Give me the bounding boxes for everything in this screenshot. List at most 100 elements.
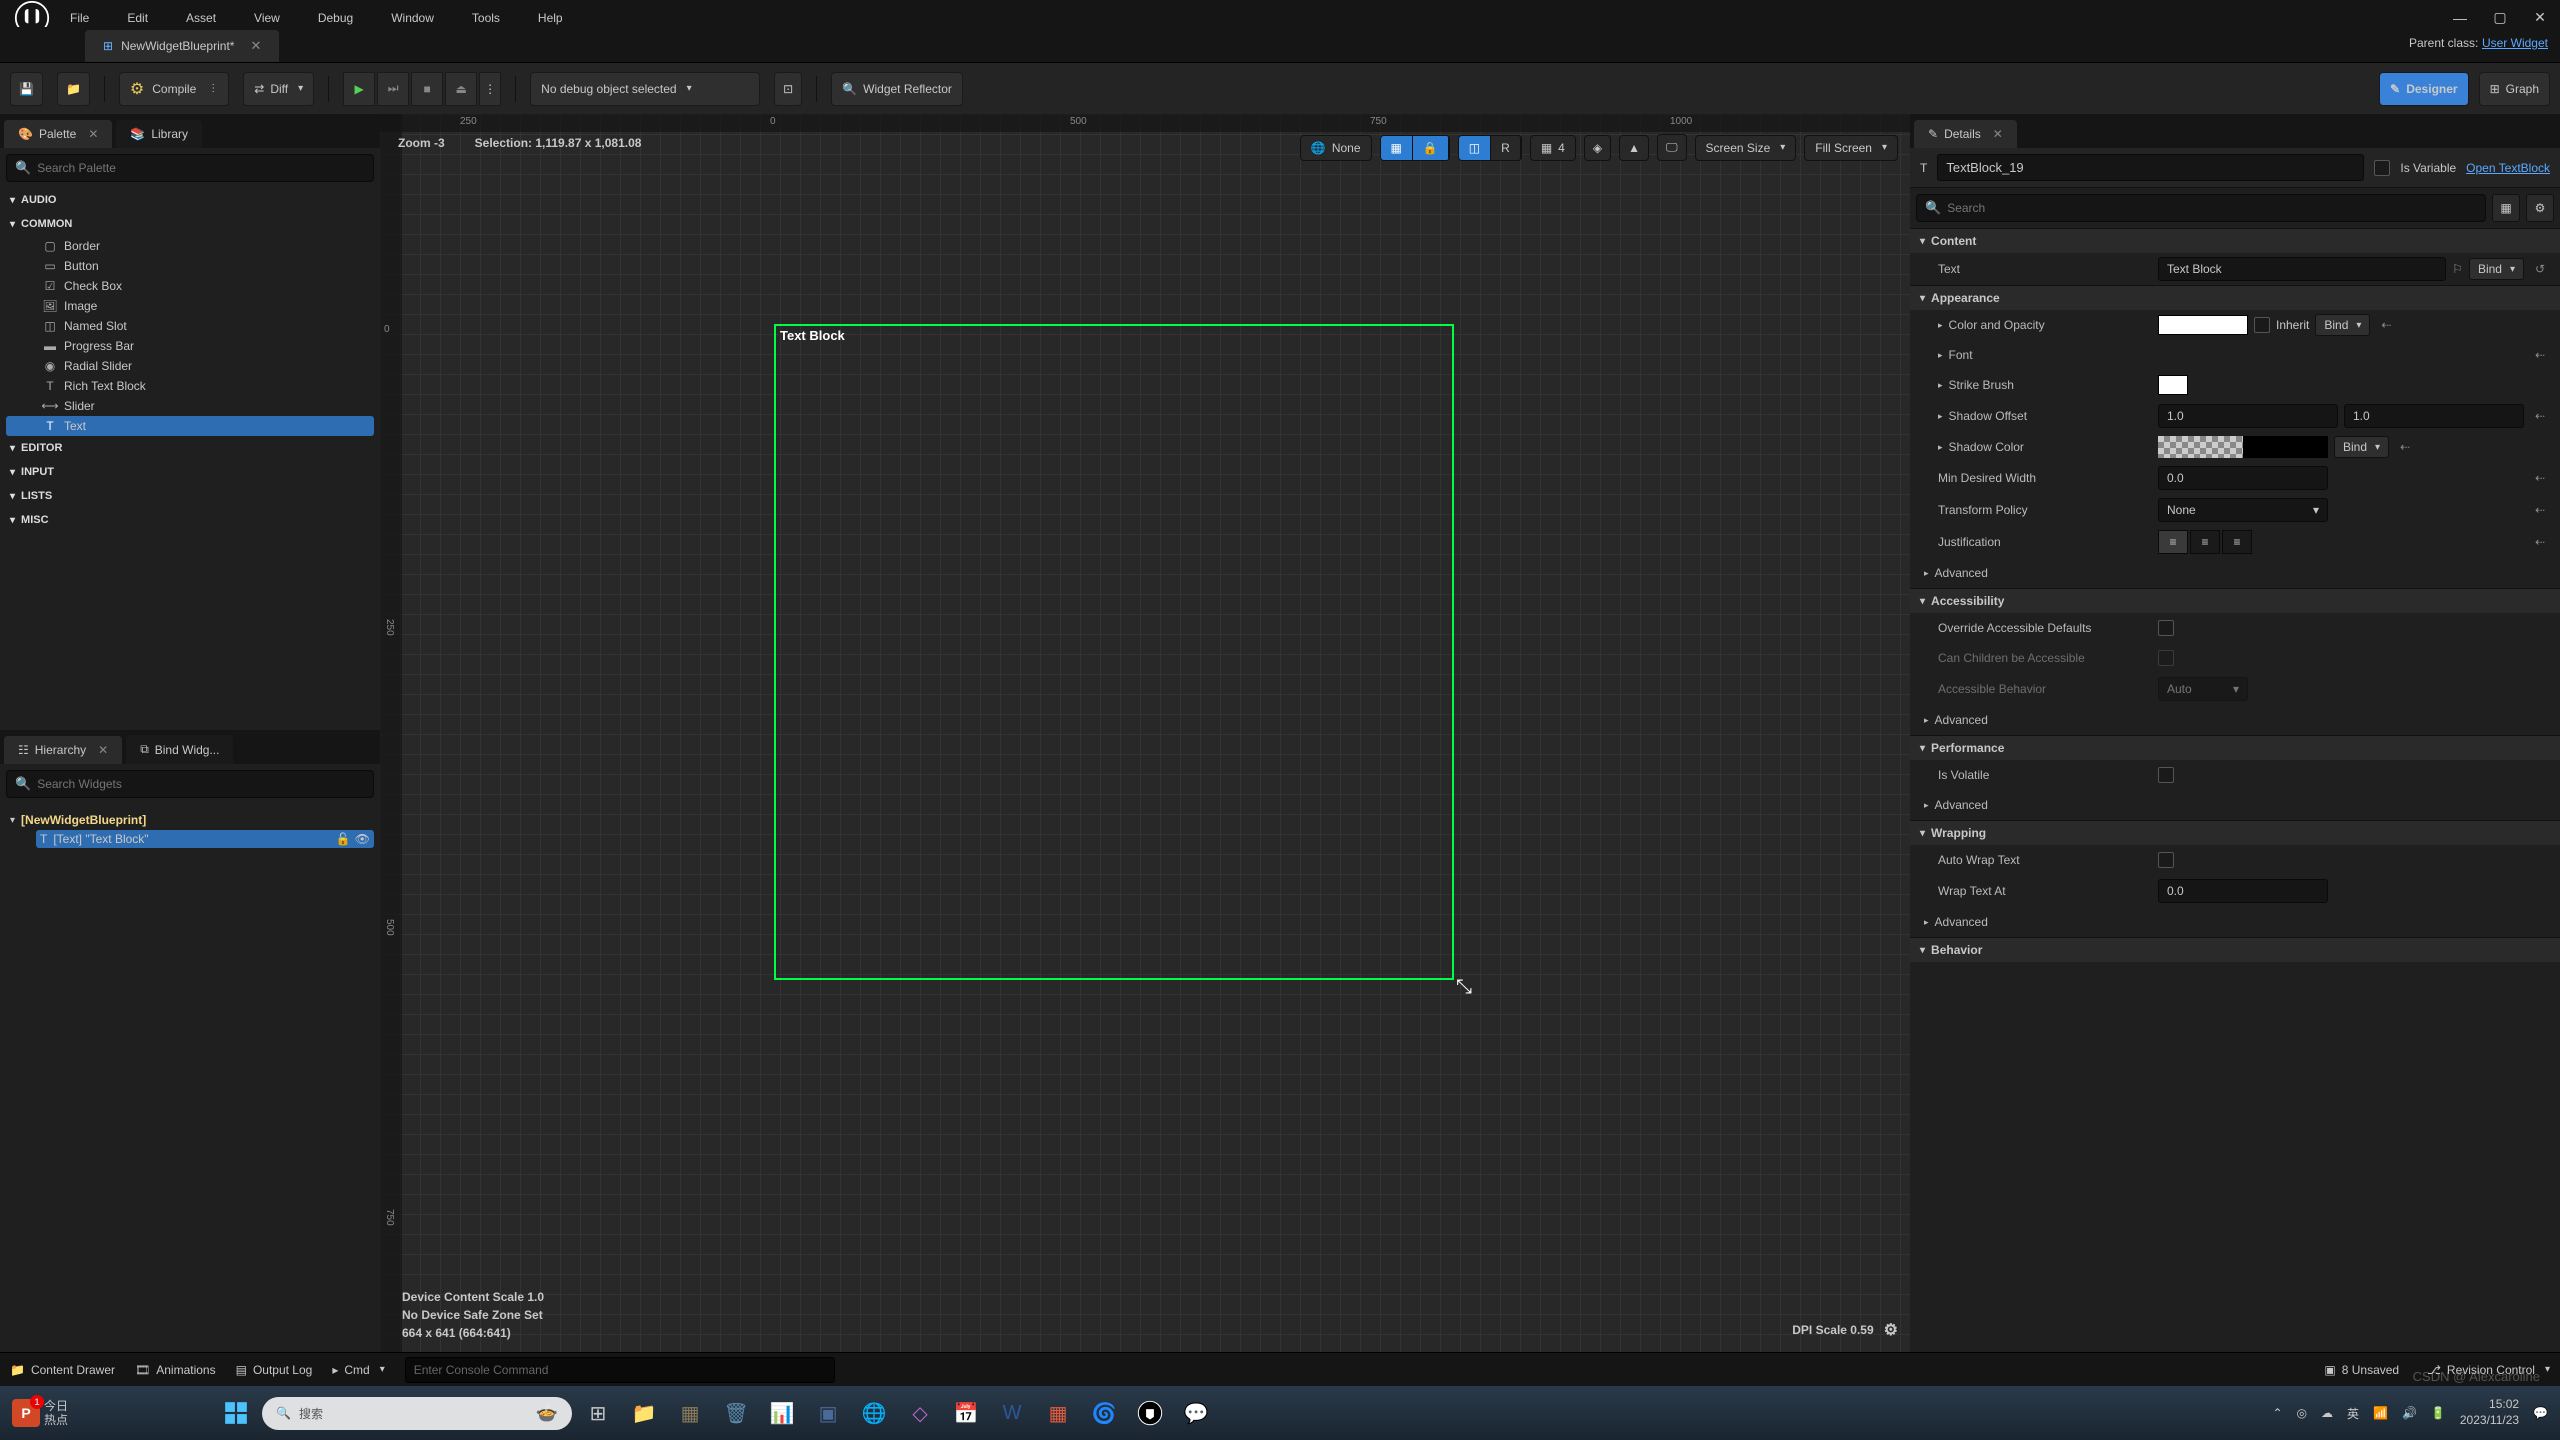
reset-icon[interactable]: ⇠ [2530, 503, 2550, 517]
expand-icon[interactable]: ▾ [10, 815, 15, 826]
palette-search-input[interactable] [37, 161, 365, 175]
palette-item-radialslider[interactable]: ◉Radial Slider [6, 356, 374, 376]
justify-right[interactable]: ≡ [2222, 530, 2252, 554]
prop-advanced-perf[interactable]: Advanced [1910, 790, 2560, 820]
weather-widget[interactable]: 今日 热点 [44, 1399, 68, 1428]
battery-icon[interactable]: 🔋 [2431, 1406, 2446, 1420]
app-icon-3[interactable]: ▣ [808, 1393, 848, 1433]
close-icon[interactable]: ✕ [1993, 127, 2003, 141]
library-tab[interactable]: 📚 Library [116, 120, 202, 148]
animations-button[interactable]: 🎞Animations [135, 1363, 216, 1377]
category-performance[interactable]: Performance [1910, 735, 2560, 760]
menu-file[interactable]: File [64, 7, 95, 29]
layout-resolution-button[interactable]: R [1491, 136, 1521, 160]
color-swatch[interactable] [2158, 375, 2188, 395]
browse-button[interactable]: 📁 [57, 72, 90, 106]
menu-debug[interactable]: Debug [312, 7, 359, 29]
powerpoint-icon[interactable]: P1 [12, 1399, 40, 1427]
details-settings[interactable]: ⚙ [2526, 194, 2554, 222]
details-view-options[interactable]: ▦ [2492, 194, 2520, 222]
bind-button[interactable]: Bind▾ [2315, 314, 2370, 336]
designer-mode-button[interactable]: ✎ Designer [2379, 72, 2468, 106]
inherit-checkbox[interactable] [2254, 317, 2270, 333]
layout-flow-button[interactable]: ◫ [1459, 136, 1491, 160]
explorer-icon[interactable]: 📁 [624, 1393, 664, 1433]
cmd-selector[interactable]: ▸Cmd▾ [332, 1363, 384, 1377]
flag-icon[interactable]: ⚐ [2452, 262, 2463, 276]
language-indicator[interactable]: 英 [2347, 1405, 2359, 1422]
bind-button[interactable]: Bind▾ [2334, 436, 2389, 458]
canvas[interactable]: 250 0 500 750 1000 0 250 500 750 Zoom -3… [380, 114, 1910, 1352]
menu-help[interactable]: Help [532, 7, 569, 29]
eject-button[interactable]: ⏏ [445, 72, 477, 106]
justify-center[interactable]: ≡ [2190, 530, 2220, 554]
taskbar-clock[interactable]: 15:02 2023/11/23 [2460, 1397, 2519, 1428]
prop-label[interactable]: Strike Brush [1920, 378, 2150, 392]
reset-icon[interactable]: ⇠ [2530, 471, 2550, 485]
unreal-icon[interactable] [1130, 1393, 1170, 1433]
palette-tab[interactable]: 🎨 Palette ✕ [4, 120, 112, 148]
menu-tools[interactable]: Tools [466, 7, 506, 29]
layout-lock-button[interactable]: 🔒 [1413, 136, 1449, 160]
palette-category-misc[interactable]: MISC [6, 508, 374, 532]
notifications-icon[interactable]: 💬 [2533, 1406, 2548, 1420]
menu-asset[interactable]: Asset [180, 7, 222, 29]
category-appearance[interactable]: Appearance [1910, 285, 2560, 310]
widget-name-field[interactable]: TextBlock_19 [1937, 154, 2364, 181]
find-in-blueprint-button[interactable]: ⊡ [774, 72, 802, 106]
content-drawer-button[interactable]: 📁Content Drawer [10, 1363, 115, 1377]
menu-edit[interactable]: Edit [121, 7, 154, 29]
graph-mode-button[interactable]: ⊞ Graph [2479, 72, 2550, 106]
palette-search[interactable]: 🔍 [6, 154, 374, 182]
prop-advanced-wrap[interactable]: Advanced [1910, 907, 2560, 937]
palette-item-image[interactable]: 🖼Image [6, 296, 374, 316]
parent-class-link[interactable]: User Widget [2482, 36, 2548, 50]
details-search[interactable]: 🔍 [1916, 194, 2486, 222]
compile-chevron-icon[interactable]: ⋮ [208, 83, 218, 94]
hierarchy-search[interactable]: 🔍 [6, 770, 374, 798]
zoom-to-fit-button[interactable]: ◈ [1584, 135, 1611, 161]
grid-snap-button[interactable]: ▦ 4 [1530, 135, 1576, 161]
vs-icon[interactable]: ◇ [900, 1393, 940, 1433]
visibility-icon[interactable]: 👁 [355, 832, 370, 846]
palette-item-slider[interactable]: ⟷Slider [6, 396, 374, 416]
output-log-button[interactable]: ▤Output Log [236, 1363, 313, 1377]
word-icon[interactable]: W [992, 1393, 1032, 1433]
resize-handle-icon[interactable]: ⤡ [1456, 976, 1472, 999]
reset-icon[interactable]: ⇠ [2530, 535, 2550, 549]
start-button[interactable] [216, 1393, 256, 1433]
reset-icon[interactable]: ⇠ [2530, 348, 2550, 362]
unsaved-button[interactable]: ▣8 Unsaved [2324, 1363, 2399, 1377]
reset-icon[interactable]: ⇠ [2376, 318, 2396, 332]
app-icon-6[interactable]: ▦ [1038, 1393, 1078, 1433]
category-behavior[interactable]: Behavior [1910, 937, 2560, 962]
reset-icon[interactable]: ⇠ [2530, 409, 2550, 423]
justify-left[interactable]: ≡ [2158, 530, 2188, 554]
open-class-link[interactable]: Open TextBlock [2466, 161, 2550, 175]
reset-icon[interactable]: ⇠ [2395, 440, 2415, 454]
color-swatch[interactable] [2158, 436, 2328, 458]
details-search-input[interactable] [1947, 201, 2477, 215]
lock-icon[interactable]: 🔓 [336, 832, 351, 846]
prop-label[interactable]: Shadow Color [1920, 440, 2150, 454]
hierarchy-root[interactable]: ▾ [NewWidgetBlueprint] [6, 810, 374, 830]
palette-category-editor[interactable]: EDITOR [6, 436, 374, 460]
category-accessibility[interactable]: Accessibility [1910, 588, 2560, 613]
palette-category-lists[interactable]: LISTS [6, 484, 374, 508]
app-icon-5[interactable]: 📅 [946, 1393, 986, 1433]
prop-label[interactable]: Font [1920, 348, 2150, 362]
document-tab[interactable]: ⊞ NewWidgetBlueprint* ✕ [85, 30, 279, 62]
bind-button[interactable]: Bind▾ [2469, 258, 2524, 280]
palette-item-richtext[interactable]: TRich Text Block [6, 376, 374, 396]
task-view-icon[interactable]: ⊞ [578, 1393, 618, 1433]
powerpoint-app-icon[interactable]: 📊 [762, 1393, 802, 1433]
palette-item-border[interactable]: ▢Border [6, 236, 374, 256]
app-icon-4[interactable]: 🌐 [854, 1393, 894, 1433]
prop-advanced[interactable]: Advanced [1910, 558, 2560, 588]
prop-label[interactable]: Color and Opacity [1920, 318, 2150, 332]
widget-reflector-button[interactable]: 🔍 Widget Reflector [831, 72, 963, 106]
compile-button[interactable]: ⚙ Compile ⋮ [119, 72, 229, 106]
wechat-icon[interactable]: 💬 [1176, 1393, 1216, 1433]
is-variable-checkbox[interactable] [2374, 160, 2390, 176]
shadow-x-input[interactable]: 1.0 [2158, 404, 2338, 428]
